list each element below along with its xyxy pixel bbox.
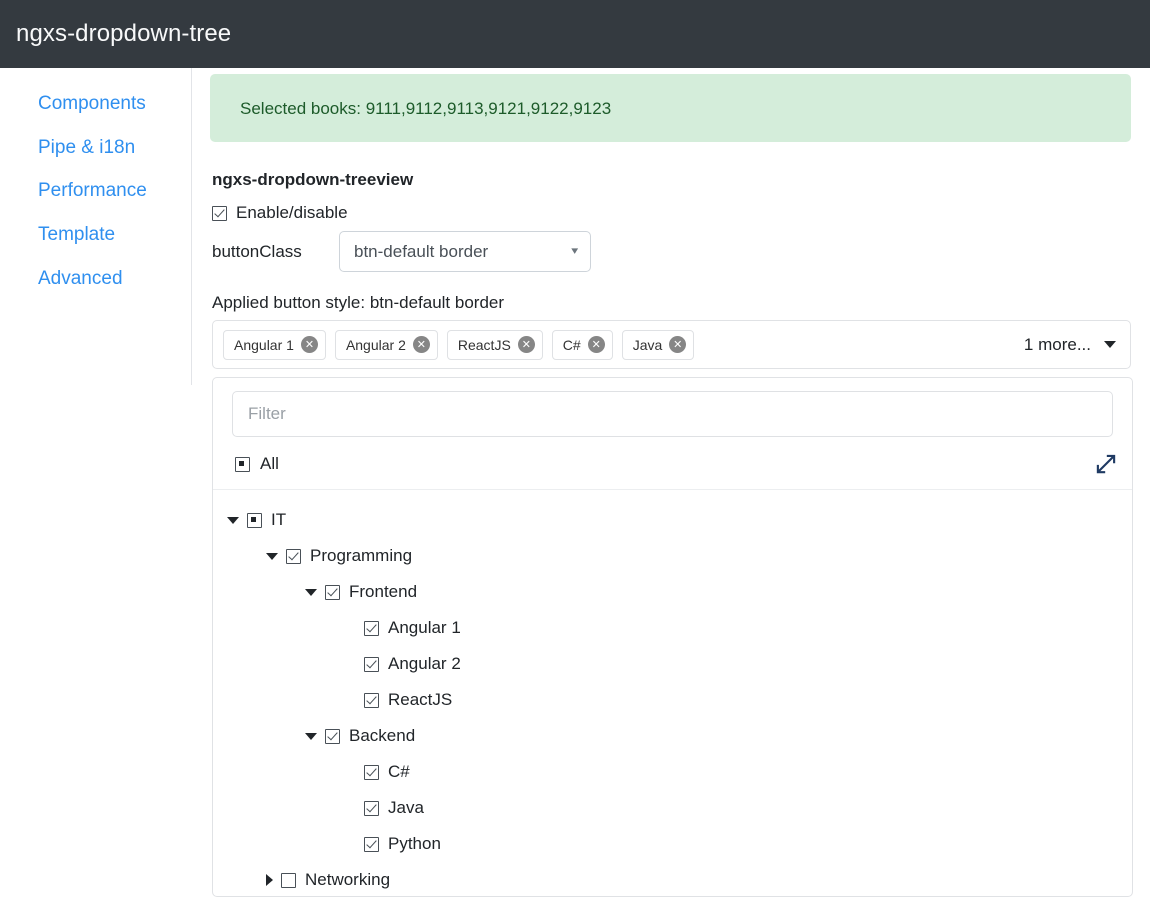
selected-chips: Angular 1 ✕ Angular 2 ✕ ReactJS ✕ C# ✕ J…: [223, 329, 1014, 360]
sidebar-item-components[interactable]: Components: [0, 82, 191, 126]
tree-node-label: Networking: [305, 870, 391, 889]
tree-node-label: Backend: [349, 726, 416, 745]
tree-row[interactable]: Angular 2: [213, 646, 1132, 682]
all-checkbox[interactable]: [235, 456, 250, 472]
close-circle-icon[interactable]: ✕: [669, 336, 687, 353]
tree-row[interactable]: Angular 1: [213, 610, 1132, 646]
tree-row[interactable]: Networking: [213, 862, 1132, 898]
tree-node-checkbox[interactable]: [364, 620, 379, 636]
tree-node-checkbox[interactable]: [364, 692, 379, 708]
tree-row[interactable]: Backend: [213, 718, 1132, 754]
enable-disable-label: Enable/disable: [236, 203, 348, 222]
chip-angular-1[interactable]: Angular 1 ✕: [223, 329, 326, 360]
tree-node-checkbox[interactable]: [364, 800, 379, 816]
selected-books-alert: Selected books: 9111,9112,9113,9121,9122…: [210, 74, 1131, 142]
close-circle-icon[interactable]: ✕: [517, 336, 535, 353]
filter-wrapper: [213, 391, 1132, 437]
tree-node-checkbox[interactable]: [364, 836, 379, 852]
chip-label: C#: [562, 336, 581, 353]
caret-down-icon[interactable]: [227, 516, 239, 524]
tree-row[interactable]: ReactJS: [213, 682, 1132, 718]
tree-row-all[interactable]: All: [213, 437, 1132, 490]
applied-button-style: Applied button style: btn-default border: [212, 293, 505, 312]
caret-down-icon[interactable]: [305, 588, 317, 596]
tree-row[interactable]: IT: [213, 502, 1132, 538]
enable-disable-row[interactable]: Enable/disable: [212, 203, 1150, 223]
expand-arrows-icon[interactable]: [1096, 454, 1116, 474]
tree-node-label: IT: [271, 510, 287, 529]
chip-label: Angular 1: [234, 336, 294, 353]
sidebar-item-performance[interactable]: Performance: [0, 169, 191, 213]
sidebar-item-advanced[interactable]: Advanced: [0, 257, 191, 301]
button-class-row: buttonClass btn-default border ▾: [212, 231, 1150, 272]
close-circle-icon[interactable]: ✕: [412, 336, 430, 353]
chevron-down-icon: ▾: [571, 245, 579, 257]
page-title: ngxs-dropdown-treeview: [212, 170, 414, 189]
tree-node-checkbox[interactable]: [286, 548, 301, 564]
tree-node-label: C#: [388, 762, 410, 781]
close-circle-icon[interactable]: ✕: [587, 336, 605, 353]
tree-node-checkbox[interactable]: [325, 584, 340, 600]
caret-down-icon[interactable]: [266, 552, 278, 560]
caret-down-icon[interactable]: [305, 732, 317, 740]
more-indicator[interactable]: 1 more...: [1014, 335, 1116, 355]
more-label: 1 more...: [1023, 334, 1091, 354]
chip-java[interactable]: Java ✕: [621, 329, 695, 360]
chip-csharp[interactable]: C# ✕: [551, 329, 613, 360]
sidebar-item-template[interactable]: Template: [0, 213, 191, 257]
tree-node-checkbox[interactable]: [364, 764, 379, 780]
chip-reactjs[interactable]: ReactJS ✕: [446, 329, 543, 360]
tree-row[interactable]: Python: [213, 826, 1132, 862]
close-circle-icon[interactable]: ✕: [300, 336, 318, 353]
caret-right-icon[interactable]: [266, 874, 273, 886]
tree-node-checkbox[interactable]: [325, 728, 340, 744]
tree-node-label: Java: [388, 798, 424, 817]
tree-node-label: ReactJS: [388, 690, 453, 709]
tree-row[interactable]: Programming: [213, 538, 1132, 574]
chip-label: Angular 2: [345, 336, 406, 353]
tree-node-label: Frontend: [349, 582, 418, 601]
tree-node-list: IT Programming Frontend Angular 1 Angular 2 R…: [213, 490, 1132, 898]
tree-node-checkbox[interactable]: [281, 872, 296, 888]
filter-input[interactable]: [232, 391, 1113, 437]
page-body: Components Pipe & i18n Performance Templ…: [0, 68, 1150, 902]
all-label: All: [260, 454, 279, 473]
app-title: ngxs-dropdown-tree: [16, 20, 232, 47]
tree-row[interactable]: C#: [213, 754, 1132, 790]
tree-node-label: Angular 1: [388, 618, 461, 637]
tree-node-label: Python: [388, 834, 441, 853]
enable-disable-checkbox[interactable]: [212, 205, 227, 221]
button-class-select[interactable]: btn-default border ▾: [339, 231, 591, 272]
chip-angular-2[interactable]: Angular 2 ✕: [334, 329, 438, 360]
treeview-dropdown-button[interactable]: Angular 1 ✕ Angular 2 ✕ ReactJS ✕ C# ✕ J…: [212, 320, 1131, 369]
triangle-down-icon: [1104, 341, 1116, 348]
main-content: Selected books: 9111,9112,9113,9121,9122…: [192, 68, 1150, 897]
tree-row[interactable]: Frontend: [213, 574, 1132, 610]
tree-node-checkbox[interactable]: [247, 512, 262, 528]
tree-row[interactable]: Java: [213, 790, 1132, 826]
chip-label: ReactJS: [457, 336, 511, 353]
button-class-label: buttonClass: [212, 241, 302, 261]
top-navbar: ngxs-dropdown-tree: [0, 0, 1150, 68]
tree-node-label: Angular 2: [388, 654, 461, 673]
tree-node-checkbox[interactable]: [364, 656, 379, 672]
treeview-panel: All IT Programming Frontend Angular 1 Angula…: [212, 377, 1133, 897]
chip-label: Java: [632, 336, 663, 353]
tree-node-label: Programming: [310, 546, 413, 565]
button-class-value: btn-default border: [354, 241, 489, 261]
sidebar: Components Pipe & i18n Performance Templ…: [0, 68, 192, 385]
sidebar-item-pipe-i18n[interactable]: Pipe & i18n: [0, 126, 191, 170]
